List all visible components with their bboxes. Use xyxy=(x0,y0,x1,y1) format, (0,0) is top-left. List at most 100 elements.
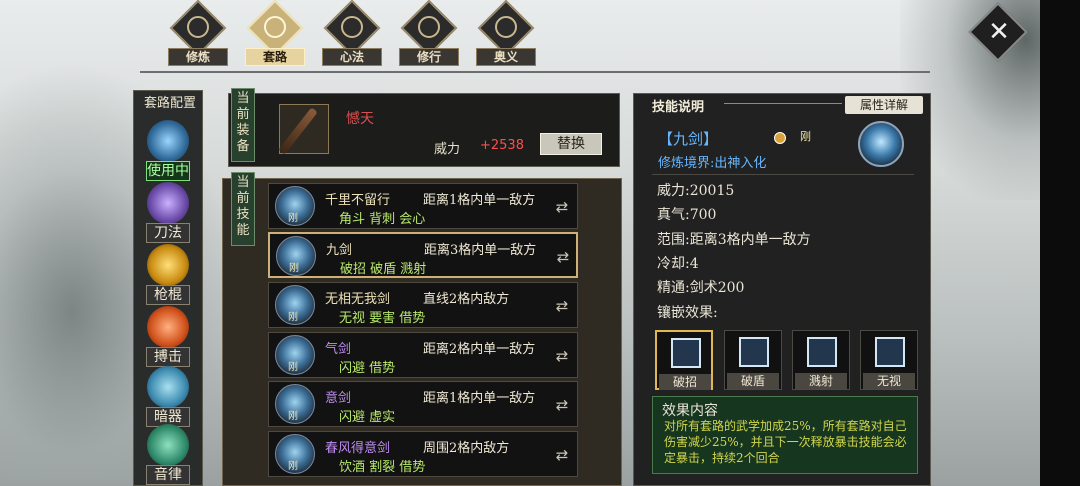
inlay-label: 无视 xyxy=(863,373,915,389)
replace-button[interactable]: 替换 xyxy=(540,133,602,155)
stat-label: 冷却: xyxy=(657,256,690,272)
skill-badge: 刚 xyxy=(288,411,298,422)
stat-value: 距离3格内单一敌方 xyxy=(689,232,811,248)
tab-xiulian[interactable]: 修炼 xyxy=(165,0,231,66)
skill-tags: 饮酒 割裂 借势 xyxy=(339,460,426,475)
tab-aoyi[interactable]: 奥义 xyxy=(473,0,539,66)
sidebar-item-music[interactable]: 音律 xyxy=(143,424,193,486)
tab-emblem-inner xyxy=(418,16,440,38)
tab-label: 修行 xyxy=(399,48,459,66)
stat-label: 范围: xyxy=(657,232,690,248)
stat-value: 700 xyxy=(689,207,717,223)
skill-range: 距离1格内单一敌方 xyxy=(423,391,536,406)
skill-row[interactable]: 刚 千里不留行 距离1格内单一敌方 角斗 背刺 会心 ⇄ xyxy=(268,183,578,229)
sidebar-item-fist[interactable]: 搏击 xyxy=(143,306,193,368)
tab-xinfa[interactable]: 心法 xyxy=(319,0,385,66)
skill-name: 气剑 xyxy=(325,342,352,357)
skill-tags: 破招 破盾 溅射 xyxy=(340,262,427,277)
skills-section-label: 当前技能 xyxy=(231,172,255,246)
tab-emblem-inner xyxy=(187,16,209,38)
skill-title: 【九剑】 xyxy=(658,130,719,148)
sidebar-item-hidden-weapon[interactable]: 暗器 xyxy=(143,366,193,428)
stat-power: 威力:20015 xyxy=(657,180,734,200)
skill-tags: 无视 要害 借势 xyxy=(339,311,426,326)
sidebar-item-spear[interactable]: 枪棍 xyxy=(143,244,193,306)
skill-tags: 角斗 背刺 会心 xyxy=(339,212,426,227)
inlay-label: 破招 xyxy=(659,374,711,390)
skill-range: 距离1格内单一敌方 xyxy=(423,193,536,208)
blade-icon xyxy=(147,182,189,224)
tab-label: 修炼 xyxy=(168,48,228,66)
close-icon: ✕ xyxy=(988,17,1010,47)
inlay-slot[interactable]: 破盾 xyxy=(724,330,782,390)
stat-range: 范围:距离3格内单一敌方 xyxy=(657,229,811,249)
skill-badge: 刚 xyxy=(288,362,298,373)
skill-row[interactable]: 刚 意剑 距离1格内单一敌方 闪避 虚实 ⇄ xyxy=(268,381,578,427)
tab-emblem-inner xyxy=(264,16,286,38)
tab-label: 奥义 xyxy=(476,48,536,66)
stat-value: 4 xyxy=(689,256,699,272)
tab-label: 心法 xyxy=(322,48,382,66)
stat-mastery: 精通:剑术200 xyxy=(657,277,744,297)
dart-icon xyxy=(147,366,189,408)
swap-icon[interactable]: ⇄ xyxy=(551,446,573,466)
skill-large-icon xyxy=(858,121,904,167)
splash-icon xyxy=(807,337,837,367)
spear-icon xyxy=(147,244,189,286)
stat-energy: 真气:700 xyxy=(657,204,716,224)
weapon-power-label: 威力 xyxy=(434,142,461,157)
tab-emblem-inner xyxy=(495,16,517,38)
weapon-name: 憾天 xyxy=(346,111,374,127)
swap-icon[interactable]: ⇄ xyxy=(551,396,573,416)
skill-row[interactable]: 刚 春风得意剑 周围2格内敌方 饮酒 割裂 借势 ⇄ xyxy=(268,431,578,477)
skill-row[interactable]: 刚 九剑 距离3格内单一敌方 破招 破盾 溅射 ⇄ xyxy=(268,232,578,278)
effect-title: 效果内容 xyxy=(662,403,718,419)
level-icon xyxy=(774,132,786,144)
skill-range: 距离3格内单一敌方 xyxy=(424,243,537,258)
swap-icon[interactable]: ⇄ xyxy=(551,347,573,367)
stat-value: 20015 xyxy=(689,183,735,199)
sidebar-item-label: 音律 xyxy=(146,465,190,485)
skill-row[interactable]: 刚 无相无我剑 直线2格内敌方 无视 要害 借势 ⇄ xyxy=(268,282,578,328)
skill-range: 周围2格内敌方 xyxy=(423,441,510,456)
skill-name: 九剑 xyxy=(326,243,353,258)
tab-xiuxing[interactable]: 修行 xyxy=(396,0,462,66)
section-divider xyxy=(652,174,914,175)
swap-icon[interactable]: ⇄ xyxy=(551,297,573,317)
skill-name: 意剑 xyxy=(325,391,352,406)
skill-badge: 刚 xyxy=(288,461,298,472)
sidebar-item-label: 搏击 xyxy=(146,347,190,367)
shield-icon xyxy=(739,337,769,367)
tab-taolu[interactable]: 套路 xyxy=(242,0,308,66)
inlay-slot[interactable]: 无视 xyxy=(860,330,918,390)
equipment-section-label: 当前装备 xyxy=(231,88,255,162)
inlay-slot[interactable]: 溅射 xyxy=(792,330,850,390)
stat-cooldown: 冷却:4 xyxy=(657,253,699,273)
swap-icon[interactable]: ⇄ xyxy=(552,248,574,268)
cultivation-realm: 修炼境界:出神入化 xyxy=(658,156,767,171)
fist-icon xyxy=(671,338,701,368)
detail-title: 技能说明 xyxy=(652,100,705,115)
sidebar-item-label: 使用中 xyxy=(146,161,190,181)
inlay-slot[interactable]: 破招 xyxy=(655,330,713,390)
stat-value: 剑术200 xyxy=(689,280,745,296)
stat-label: 精通: xyxy=(657,280,690,296)
tab-label: 套路 xyxy=(245,48,305,66)
tab-emblem-inner xyxy=(341,16,363,38)
mist-decoration xyxy=(0,60,240,480)
skill-row[interactable]: 刚 气剑 距离2格内单一敌方 闪避 借势 ⇄ xyxy=(268,332,578,378)
sidebar-item-blade[interactable]: 刀法 xyxy=(143,182,193,244)
skill-type-badge: 刚 xyxy=(800,130,811,143)
music-icon xyxy=(147,424,189,466)
skill-name: 千里不留行 xyxy=(325,193,391,208)
screen-edge xyxy=(1040,0,1080,486)
skill-badge: 刚 xyxy=(288,312,298,323)
title-divider xyxy=(724,103,842,104)
skill-range: 距离2格内单一敌方 xyxy=(423,342,536,357)
attribute-details-button[interactable]: 属性详解 xyxy=(845,96,923,114)
swap-icon[interactable]: ⇄ xyxy=(551,198,573,218)
sidebar-item-in-use[interactable]: 使用中 xyxy=(143,120,193,182)
top-tab-bar: 修炼 套路 心法 修行 奥义 xyxy=(165,0,539,68)
tab-divider xyxy=(140,71,930,73)
skill-name: 春风得意剑 xyxy=(325,441,391,456)
